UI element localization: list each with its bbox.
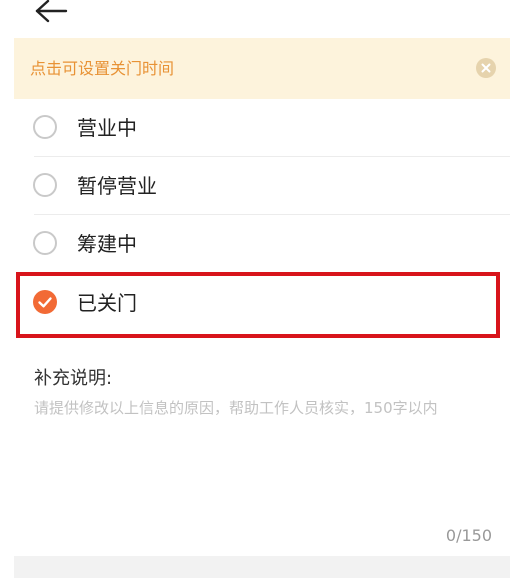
status-option-open[interactable]: 营业中 bbox=[0, 99, 510, 157]
close-circle-icon bbox=[481, 63, 491, 73]
edit-status-page: 点击可设置关门时间 营业中 暂停营业 筹建中 已关门 补充说明: 0/150 bbox=[0, 0, 510, 578]
checkmark-icon bbox=[38, 297, 52, 308]
status-option-paused[interactable]: 暂停营业 bbox=[0, 157, 510, 215]
radio-unchecked-icon[interactable] bbox=[33, 115, 57, 139]
back-button[interactable] bbox=[34, 0, 70, 24]
note-input[interactable] bbox=[34, 396, 484, 516]
char-counter: 0/150 bbox=[445, 526, 492, 545]
tip-close-button[interactable] bbox=[476, 58, 496, 78]
radio-unchecked-icon[interactable] bbox=[33, 173, 57, 197]
radio-unchecked-icon[interactable] bbox=[33, 231, 57, 255]
status-option-label: 暂停营业 bbox=[77, 174, 157, 198]
tip-banner[interactable]: 点击可设置关门时间 bbox=[14, 38, 510, 99]
status-option-label: 筹建中 bbox=[77, 232, 137, 256]
bottom-strip bbox=[14, 556, 510, 578]
tip-text: 点击可设置关门时间 bbox=[30, 59, 175, 78]
status-option-preparing[interactable]: 筹建中 bbox=[0, 215, 510, 273]
status-option-label: 营业中 bbox=[77, 116, 137, 140]
status-option-label: 已关门 bbox=[77, 291, 137, 315]
status-option-closed[interactable]: 已关门 bbox=[0, 274, 510, 332]
radio-checked-icon[interactable] bbox=[33, 290, 57, 314]
arrow-left-icon bbox=[35, 0, 68, 23]
note-title: 补充说明: bbox=[34, 368, 113, 389]
